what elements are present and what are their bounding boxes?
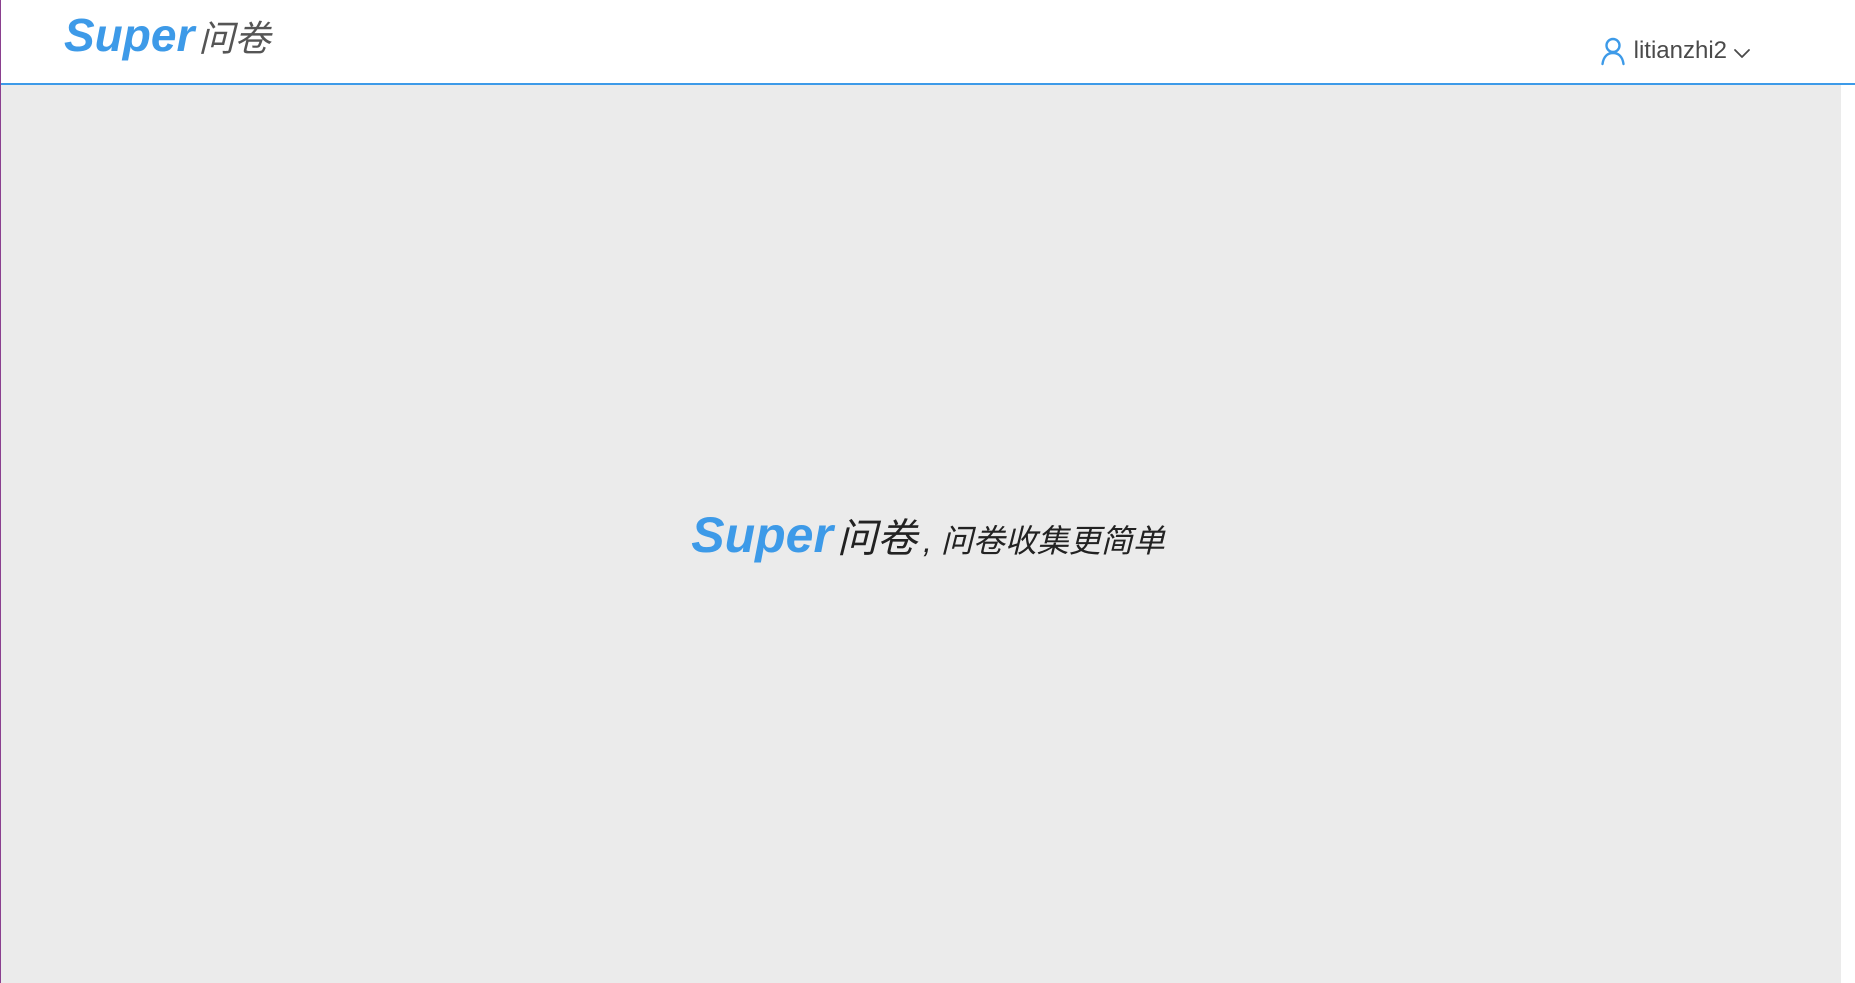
- main-content: Super 问卷 , 问卷收集更简单: [1, 85, 1841, 983]
- app-page: Super 问卷 litianzhi2 Super 问卷 , 问卷收集更简单: [0, 0, 1855, 983]
- chevron-down-icon: [1733, 44, 1751, 62]
- hero-slogan: Super 问卷 , 问卷收集更简单: [691, 510, 1165, 560]
- hero-tagline-text: , 问卷收集更简单: [922, 523, 1165, 559]
- logo-product-text: 问卷: [198, 18, 271, 59]
- logo-brand-text: Super: [64, 9, 195, 61]
- username-label: litianzhi2: [1633, 37, 1727, 64]
- user-icon: [1598, 36, 1628, 66]
- user-menu[interactable]: litianzhi2: [1598, 36, 1751, 66]
- site-logo[interactable]: Super 问卷: [64, 12, 270, 58]
- right-gutter: [1841, 85, 1855, 983]
- hero-section: Super 问卷 , 问卷收集更简单: [1, 85, 1841, 983]
- hero-brand-text: Super: [691, 507, 833, 563]
- top-header: Super 问卷 litianzhi2: [1, 0, 1855, 85]
- hero-product-text: 问卷: [836, 517, 917, 561]
